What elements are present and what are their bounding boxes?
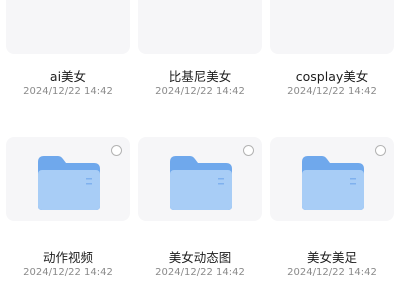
folder-card[interactable] <box>6 0 130 54</box>
folder-name: 比基尼美女 <box>168 69 232 84</box>
select-radio-icon[interactable] <box>111 145 122 156</box>
folder-name: ai美女 <box>49 69 87 84</box>
folder-name: 动作视频 <box>42 250 93 265</box>
folder-date: 2024/12/22 14:42 <box>155 267 245 278</box>
folder-name: 美女美足 <box>306 250 357 265</box>
folder-card[interactable] <box>270 0 394 54</box>
folder-date: 2024/12/22 14:42 <box>155 86 245 97</box>
folder-name: cosplay美女 <box>295 69 369 84</box>
folder-item-1[interactable]: 比基尼美女 2024/12/22 14:42 <box>138 0 262 140</box>
folder-date: 2024/12/22 14:42 <box>287 267 377 278</box>
select-radio-icon[interactable] <box>375 145 386 156</box>
folder-item-2[interactable]: cosplay美女 2024/12/22 14:42 <box>270 0 394 140</box>
folder-name: 美女动态图 <box>168 250 232 265</box>
folder-item-3[interactable]: 动作视频 2024/12/22 14:42 <box>6 137 130 278</box>
folder-card[interactable] <box>270 137 394 221</box>
folder-date: 2024/12/22 14:42 <box>23 86 113 97</box>
folder-item-5[interactable]: 美女美足 2024/12/22 14:42 <box>270 137 394 278</box>
folder-date: 2024/12/22 14:42 <box>287 86 377 97</box>
folder-icon <box>302 156 364 210</box>
folder-item-0[interactable]: ai美女 2024/12/22 14:42 <box>6 0 130 140</box>
folder-card[interactable] <box>6 137 130 221</box>
folder-icon <box>38 156 100 210</box>
folder-grid: ai美女 2024/12/22 14:42 比基尼美女 2024/12/22 1… <box>0 0 400 299</box>
folder-card[interactable] <box>138 0 262 54</box>
select-radio-icon[interactable] <box>243 145 254 156</box>
folder-icon <box>170 156 232 210</box>
folder-item-4[interactable]: 美女动态图 2024/12/22 14:42 <box>138 137 262 278</box>
folder-card[interactable] <box>138 137 262 221</box>
folder-date: 2024/12/22 14:42 <box>23 267 113 278</box>
